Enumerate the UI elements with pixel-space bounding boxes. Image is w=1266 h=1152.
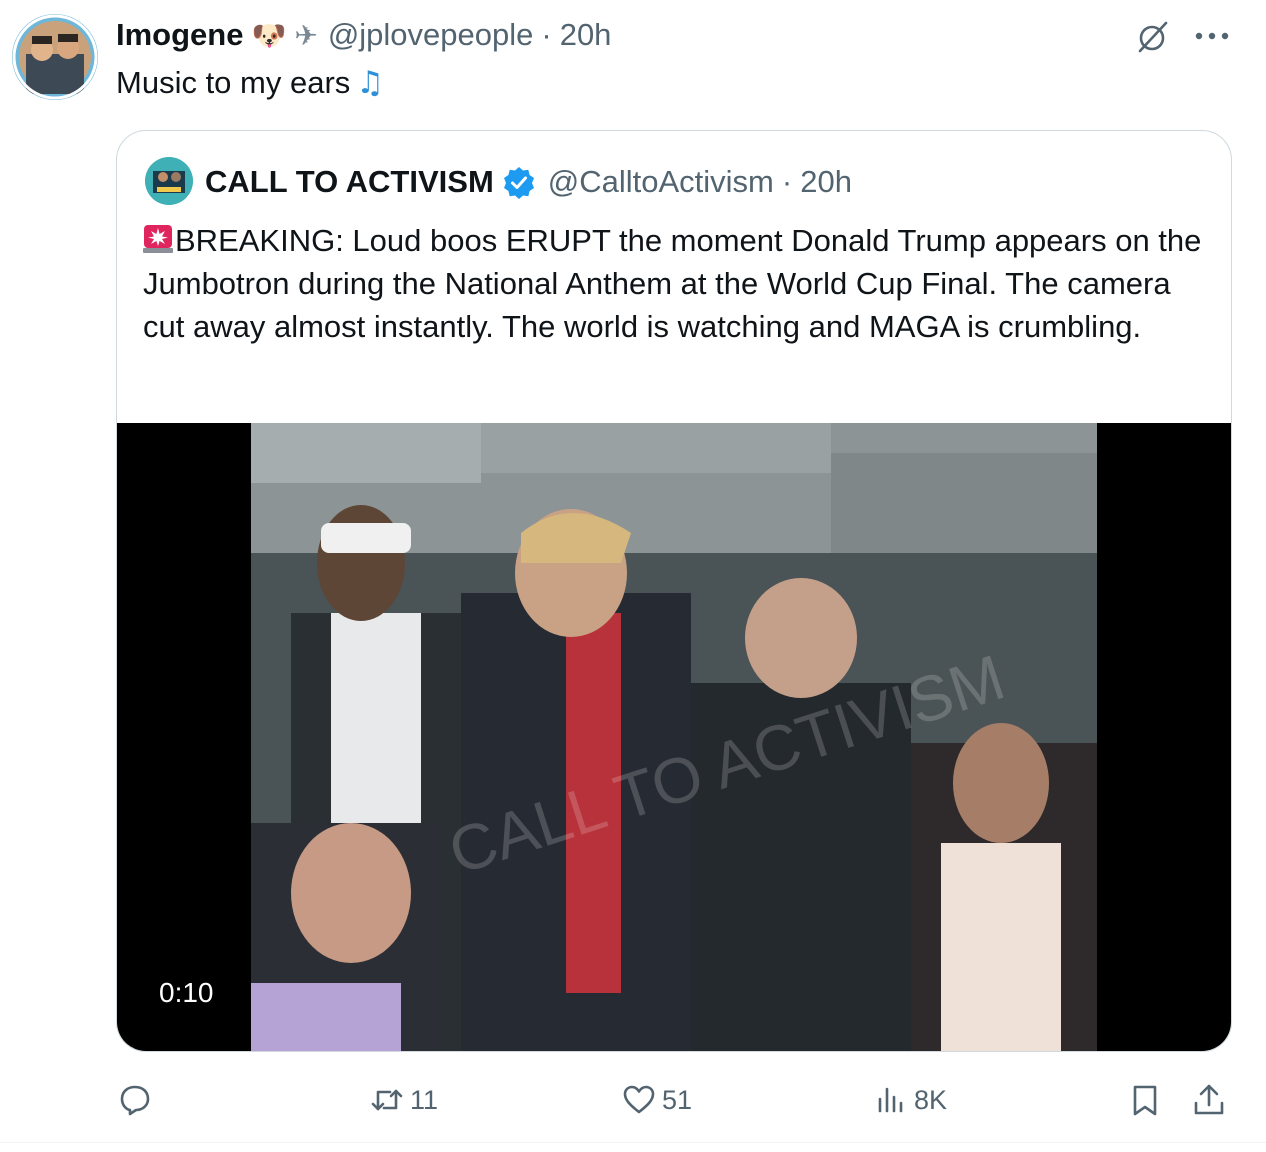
views-count: 8K (914, 1084, 948, 1115)
quoted-tweet-text: BREAKING: Loud boos ERUPT the moment Don… (143, 219, 1217, 348)
author-name[interactable]: Imogene (116, 17, 243, 53)
music-notes-emoji: ♫ (356, 65, 385, 101)
author-avatar[interactable] (12, 14, 98, 100)
grok-icon[interactable] (1136, 20, 1170, 54)
quoted-author-name[interactable]: CALL TO ACTIVISM (205, 164, 494, 200)
share-icon (1194, 1084, 1224, 1115)
quoted-tweet-text-content: BREAKING: Loud boos ERUPT the moment Don… (143, 223, 1202, 344)
retweet-icon (371, 1089, 403, 1111)
avatar-image (12, 14, 98, 100)
views-bar-chart-icon (878, 1087, 903, 1113)
tweet-header: Imogene 🐶 ✈ @jplovepeople · 20h (116, 14, 611, 56)
quoted-tweet-header: CALL TO ACTIVISM @CalltoActivism · 20h (205, 159, 852, 205)
quoted-author-avatar[interactable] (145, 157, 193, 205)
more-options-icon[interactable] (1194, 28, 1230, 44)
quoted-tweet-time[interactable]: 20h (800, 164, 852, 200)
video-frame-image: CALL TO ACTIVISM (251, 423, 1097, 1051)
share-button[interactable] (1192, 1072, 1226, 1128)
author-handle[interactable]: @jplovepeople (328, 17, 534, 53)
tweet-divider (0, 1142, 1266, 1143)
quoted-separator-dot: · (781, 164, 793, 199)
tweet-text-content: Music to my ears (116, 65, 351, 100)
tweet-time[interactable]: 20h (560, 17, 612, 53)
airplane-emoji: ✈ (294, 18, 318, 52)
video-duration-badge: 0:10 (145, 971, 228, 1015)
quoted-tweet-card[interactable]: CALL TO ACTIVISM @CalltoActivism · 20h B… (116, 130, 1232, 1052)
reply-icon (120, 1085, 150, 1116)
video-player[interactable]: CALL TO ACTIVISM 0:10 (117, 423, 1231, 1051)
verified-badge-icon[interactable] (502, 165, 536, 199)
bookmark-button[interactable] (1128, 1072, 1162, 1128)
quoted-author-handle[interactable]: @CalltoActivism (548, 164, 774, 200)
like-button[interactable]: 51 (622, 1072, 692, 1128)
tweet-text: Music to my ears ♫ (116, 62, 384, 104)
like-count: 51 (662, 1084, 693, 1115)
quoted-avatar-image (145, 157, 193, 205)
dog-emoji: 🐶 (251, 18, 287, 52)
reply-button[interactable] (118, 1072, 158, 1128)
bookmark-icon (1133, 1085, 1157, 1116)
tweet-actions-bar: 11 51 8K (0, 1072, 1266, 1128)
retweet-count: 11 (410, 1084, 439, 1115)
views-button[interactable]: 8K (874, 1072, 947, 1128)
heart-icon (623, 1085, 655, 1114)
retweet-button[interactable]: 11 (370, 1072, 438, 1128)
siren-emoji-icon (143, 225, 173, 253)
separator-dot: · (541, 17, 552, 52)
